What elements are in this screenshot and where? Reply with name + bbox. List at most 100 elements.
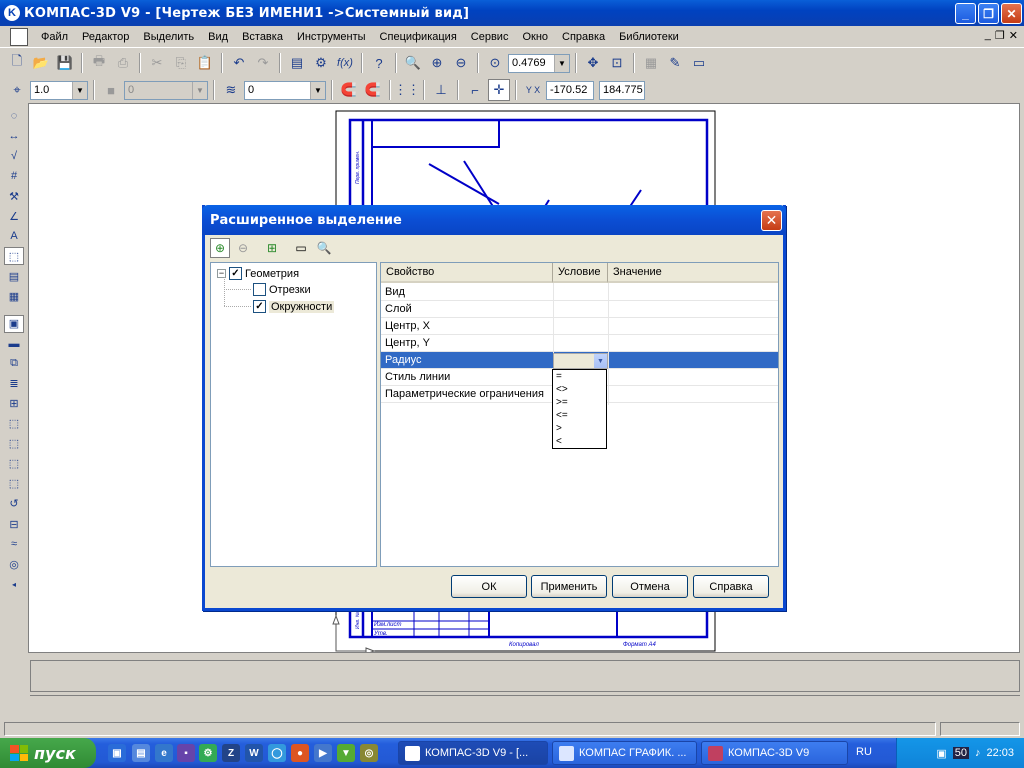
select-polyline-icon[interactable]: ⬚ <box>4 435 24 453</box>
open-file-icon[interactable]: 📂 <box>30 52 52 74</box>
grid-icon[interactable]: ⋮⋮ <box>394 79 420 101</box>
select-style-icon[interactable]: ⬚ <box>4 455 24 473</box>
start-button[interactable]: пуск <box>0 738 96 768</box>
network-tray-icon[interactable]: ▣ <box>936 747 946 760</box>
select-layer-icon[interactable]: ≣ <box>4 375 24 393</box>
select-secant-icon[interactable]: ⬚ <box>4 415 24 433</box>
select-view-icon[interactable]: ⊞ <box>4 395 24 413</box>
floppy-icon[interactable]: ▪ <box>177 744 195 762</box>
print-icon[interactable]: 🖶 <box>88 52 110 74</box>
scroll-down-icon[interactable]: ◂ <box>4 575 24 593</box>
report-tool-icon[interactable]: ▤ <box>4 267 24 285</box>
redo-icon[interactable]: ↷ <box>252 52 274 74</box>
context-help-icon[interactable]: ? <box>368 52 390 74</box>
menu-specification[interactable]: Спецификация <box>373 31 464 43</box>
doc-restore-icon[interactable]: ❐ <box>995 29 1005 42</box>
tree-node-segments[interactable]: Отрезки <box>253 283 311 296</box>
browser-icon[interactable]: ● <box>291 744 309 762</box>
selection-tool-icon[interactable]: ⬚ <box>4 247 24 266</box>
condition-option-gt[interactable]: > <box>553 422 606 435</box>
word-icon[interactable]: W <box>245 744 263 762</box>
language-indicator[interactable]: RU <box>856 746 872 758</box>
expand-all-icon[interactable]: ⊕ <box>210 238 230 258</box>
kompas-app-icon[interactable]: K <box>4 5 20 21</box>
tool-icon[interactable]: ◎ <box>360 744 378 762</box>
document-icon[interactable] <box>10 27 28 46</box>
media-icon[interactable]: ▶ <box>314 744 332 762</box>
fx-icon[interactable]: f(x) <box>334 52 356 74</box>
condition-dropdown-list[interactable]: = <> >= <= > < <box>552 369 607 449</box>
cursor-mode-icon[interactable]: ✛ <box>488 79 510 101</box>
maximize-button[interactable]: ❐ <box>978 3 999 24</box>
menu-file[interactable]: Файл <box>34 31 75 43</box>
save-icon[interactable]: 💾 <box>54 52 76 74</box>
geometry-tool-icon[interactable]: ◌ <box>4 107 24 125</box>
copy-icon[interactable]: ⎘ <box>170 52 192 74</box>
select-frame-icon[interactable]: ▬ <box>4 335 24 353</box>
local-cs-icon[interactable]: ⌖ <box>6 79 28 101</box>
notepad-icon[interactable]: ▤ <box>132 744 150 762</box>
geometry-calc-icon[interactable]: ▦ <box>640 52 662 74</box>
network-icon[interactable]: ⚙ <box>199 744 217 762</box>
zoom-in-icon[interactable]: ⊕ <box>426 52 448 74</box>
manager-icon[interactable]: ▤ <box>286 52 308 74</box>
zoom-window-icon[interactable]: 🔍 <box>402 52 424 74</box>
task-kompas-drawing[interactable]: КОМПАС-3D V9 - [... <box>398 741 548 765</box>
task-kompas-help[interactable]: КОМПАС-3D V9 <box>701 741 848 765</box>
ortho-icon[interactable]: ⊥ <box>430 79 452 101</box>
cancel-button[interactable]: Отмена <box>612 575 688 598</box>
view-state-icon[interactable]: ■ <box>100 79 122 101</box>
chevron-down-icon[interactable]: ▼ <box>310 81 325 99</box>
coord-y-field[interactable]: 184.775 <box>599 80 645 100</box>
condition-option-ne[interactable]: <> <box>553 383 606 396</box>
measure-icon[interactable]: ✎ <box>664 52 686 74</box>
object-type-tree[interactable]: − ✓ Геометрия Отрезки ✓ Окружности <box>210 262 377 567</box>
cut-icon[interactable]: ✂ <box>146 52 168 74</box>
paste-icon[interactable]: 📋 <box>194 52 216 74</box>
menu-insert[interactable]: Вставка <box>235 31 290 43</box>
col-header-value[interactable]: Значение <box>608 263 778 283</box>
chevron-down-icon[interactable]: ▼ <box>554 54 569 72</box>
chevron-down-icon[interactable]: ▼ <box>72 81 87 99</box>
collapse-all-icon[interactable]: ⊖ <box>233 238 253 258</box>
menu-help[interactable]: Справка <box>555 31 612 43</box>
round-icon[interactable]: ⌐ <box>464 79 486 101</box>
select-prev-icon[interactable]: ↺ <box>4 495 24 513</box>
layer-combo[interactable]: 0 ▼ <box>244 80 326 100</box>
zoom-selection-icon[interactable]: 🔍 <box>314 238 334 258</box>
menu-select[interactable]: Выделить <box>136 31 201 43</box>
fit-all-icon[interactable]: ⊡ <box>606 52 628 74</box>
dimensions-tool-icon[interactable]: ↔ <box>4 127 24 145</box>
table-row[interactable]: Центр, Y <box>381 335 778 352</box>
table-row[interactable]: Слой <box>381 301 778 318</box>
preview-icon[interactable]: ⎙ <box>112 52 134 74</box>
zoom-out-icon[interactable]: ⊖ <box>450 52 472 74</box>
app-icon[interactable]: Z <box>222 744 240 762</box>
search-icon[interactable]: ◯ <box>268 744 286 762</box>
dialog-close-button[interactable]: ✕ <box>761 210 782 231</box>
select-type-icon[interactable]: ⬚ <box>4 475 24 493</box>
add-condition-icon[interactable]: ⊞ <box>262 238 282 258</box>
menu-view[interactable]: Вид <box>201 31 235 43</box>
segments-checkbox[interactable] <box>253 283 266 296</box>
condition-option-ge[interactable]: >= <box>553 396 606 409</box>
close-button[interactable]: ✕ <box>1001 3 1022 24</box>
chevron-down-icon[interactable]: ▼ <box>192 81 207 99</box>
new-file-icon[interactable]: 🗋 <box>6 52 28 74</box>
table-row[interactable]: Центр, X <box>381 318 778 335</box>
more-tools-icon[interactable]: ◎ <box>4 555 24 573</box>
coord-x-field[interactable]: -170.52 <box>546 80 594 100</box>
tray-badge[interactable]: 50 <box>952 747 969 759</box>
ok-button[interactable]: ОК <box>451 575 527 598</box>
col-header-condition[interactable]: Условие <box>553 263 608 283</box>
task-kompas-graphic-doc[interactable]: КОМПАС ГРАФИК. ... <box>552 741 697 765</box>
chevron-down-icon[interactable]: ▼ <box>594 354 607 368</box>
condition-combo[interactable]: ▼ <box>553 353 608 369</box>
doc-close-icon[interactable]: ✕ <box>1009 29 1018 42</box>
select-all-icon[interactable]: ▣ <box>4 314 24 333</box>
desktop-icon[interactable]: ▣ <box>108 744 126 762</box>
scale-combo[interactable]: 1.0 ▼ <box>30 80 88 100</box>
snap-magnet-icon[interactable]: 🧲 <box>338 79 360 101</box>
document-tool-icon[interactable]: ▦ <box>4 287 24 305</box>
parametrization-tool-icon[interactable]: # <box>4 167 24 185</box>
